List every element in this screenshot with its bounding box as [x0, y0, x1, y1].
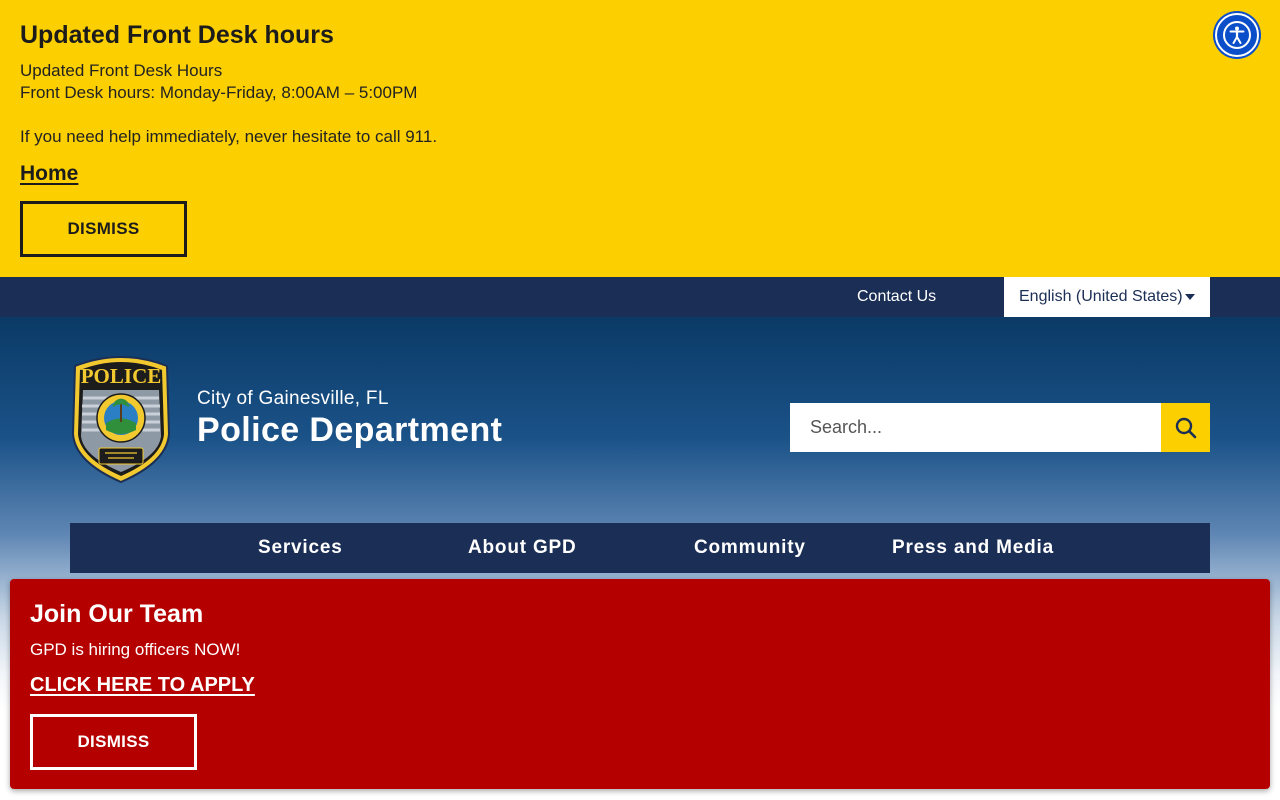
- alert-line-hours: Front Desk hours: Monday-Friday, 8:00AM …: [20, 83, 418, 102]
- search-icon: [1175, 417, 1196, 438]
- alert-body: Updated Front Desk Hours Front Desk hour…: [20, 60, 1260, 104]
- hiring-alert-title: Join Our Team: [30, 600, 204, 628]
- alert-line-hours-heading: Updated Front Desk Hours: [20, 61, 223, 80]
- nav-item-about-gpd[interactable]: About GPD: [468, 537, 577, 559]
- apply-link[interactable]: CLICK HERE TO APPLY: [30, 674, 255, 697]
- language-selected-value: English (United States): [1019, 288, 1183, 305]
- nav-item-services[interactable]: Services: [258, 537, 343, 559]
- accessibility-button[interactable]: [1215, 13, 1259, 57]
- language-select[interactable]: English (United States): [1004, 277, 1210, 317]
- alert-title: Updated Front Desk hours: [20, 21, 334, 49]
- nav-item-press-and-media[interactable]: Press and Media: [892, 537, 1054, 559]
- nav-item-community[interactable]: Community: [694, 537, 806, 559]
- front-desk-alert: Updated Front Desk hours Updated Front D…: [0, 0, 1280, 277]
- badge-text: POLICE: [81, 364, 162, 388]
- utility-bar: Contact Us English (United States): [0, 277, 1280, 317]
- alert-home-link[interactable]: Home: [20, 162, 78, 186]
- site-subtitle: City of Gainesville, FL: [197, 388, 389, 409]
- site-title[interactable]: Police Department: [197, 411, 502, 450]
- contact-us-link[interactable]: Contact Us: [857, 288, 936, 306]
- dismiss-hiring-alert-button[interactable]: DISMISS: [30, 714, 197, 770]
- search-input[interactable]: [790, 403, 1161, 452]
- search-button[interactable]: [1161, 403, 1210, 452]
- hiring-alert-message: GPD is hiring officers NOW!: [30, 640, 241, 659]
- police-badge-icon[interactable]: POLICE: [69, 352, 173, 483]
- accessibility-icon: [1223, 21, 1251, 49]
- alert-line-emergency: If you need help immediately, never hesi…: [20, 127, 438, 146]
- hiring-alert: Join Our Team GPD is hiring officers NOW…: [10, 579, 1270, 789]
- caret-down-icon: [1185, 294, 1195, 300]
- dismiss-front-desk-alert-button[interactable]: DISMISS: [20, 201, 187, 257]
- main-nav: Services About GPD Community Press and M…: [70, 523, 1210, 573]
